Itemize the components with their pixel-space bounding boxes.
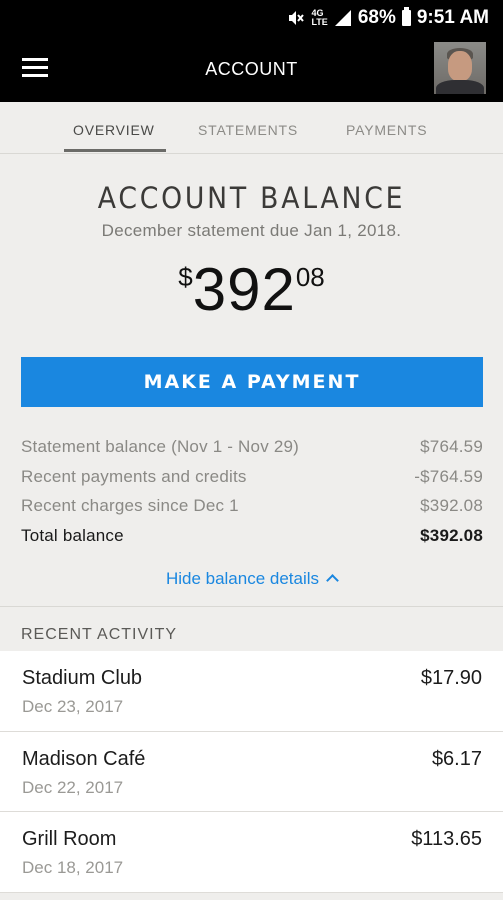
detail-value: $764.59 [420,437,483,456]
total-balance-row: Total balance $392.08 [21,526,483,556]
transaction-amount: $113.65 [411,828,482,850]
detail-row: Recent charges since Dec 1 $392.08 [21,496,483,526]
avatar[interactable] [434,42,486,94]
balance-cents: 08 [295,262,325,292]
transaction-date: Dec 18, 2017 [22,858,124,877]
detail-label: Recent charges since Dec 1 [21,496,239,515]
status-icons: 4G LTE 68% 9:51 AM [287,7,489,29]
merchant-name: Stadium Club [22,667,143,689]
transaction-amount: $6.17 [431,747,482,770]
list-item[interactable]: Stadium Club Dec 23, 2017 $17.90 [0,651,503,732]
detail-value: $392.08 [420,496,483,515]
statement-due-text: December statement due Jan 1, 2018. [101,221,402,240]
merchant-name: Madison Café [22,747,146,770]
active-tab-indicator [64,149,166,152]
list-item[interactable]: Madison Café Dec 22, 2017 $6.17 [0,731,503,812]
balance-heading: ACCOUNT BALANCE [97,181,406,215]
tab-statements[interactable]: STATEMENTS [198,122,298,138]
page-title: ACCOUNT [205,59,298,79]
chevron-up-icon [326,574,339,587]
tab-overview[interactable]: OVERVIEW [73,122,155,138]
currency-symbol: $ [178,262,193,292]
detail-row: Statement balance (Nov 1 - Nov 29) $764.… [21,437,483,467]
transaction-date: Dec 23, 2017 [22,697,124,716]
total-label: Total balance [21,525,124,545]
make-payment-button[interactable]: MAKE A PAYMENT [21,357,483,407]
hide-details-label: Hide balance details [165,569,320,588]
divider [0,606,503,607]
total-value: $392.08 [420,525,483,545]
detail-value: -$764.59 [414,466,483,486]
signal-icon [334,10,352,26]
merchant-name: Grill Room [22,828,117,850]
app-bar: ACCOUNT [0,36,503,102]
recent-activity-heading: RECENT ACTIVITY [21,626,178,643]
detail-row: Recent payments and credits -$764.59 [21,467,483,497]
balance-amount: $39208 [0,258,503,322]
status-time: 9:51 AM [416,7,489,28]
balance-details: Statement balance (Nov 1 - Nov 29) $764.… [21,437,483,555]
detail-label: Recent payments and credits [21,466,247,486]
status-bar: 4G LTE 68% 9:51 AM [0,0,503,36]
detail-label: Statement balance (Nov 1 - Nov 29) [21,437,299,456]
transaction-amount: $17.90 [420,667,482,689]
transaction-date: Dec 22, 2017 [22,777,124,797]
mute-icon [287,9,305,27]
lte-icon: 4G LTE [311,8,328,27]
activity-list: Stadium Club Dec 23, 2017 $17.90 Madison… [0,651,503,893]
battery-percent: 68% [357,7,396,28]
list-item[interactable]: Grill Room Dec 18, 2017 $113.65 [0,812,503,893]
battery-icon [401,7,411,26]
hide-balance-details-link[interactable]: Hide balance details [0,569,503,589]
tab-payments[interactable]: PAYMENTS [346,122,427,138]
balance-whole: 392 [192,256,296,323]
tab-bar: OVERVIEW STATEMENTS PAYMENTS [0,102,503,154]
